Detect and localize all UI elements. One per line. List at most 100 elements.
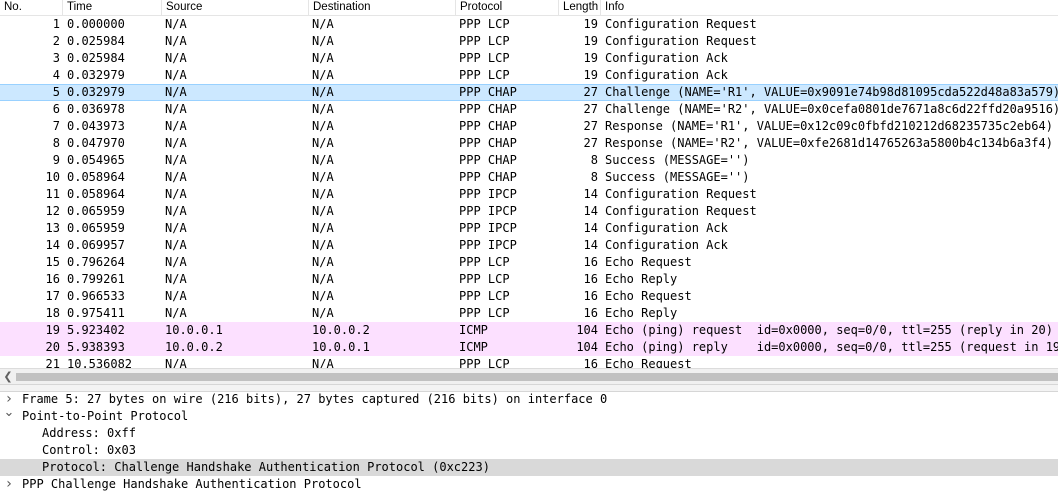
packet-no: 21 — [45, 357, 60, 368]
packet-row[interactable]: 18 0.975411 N/A N/A PPP LCP 16 Echo Reply — [0, 305, 1058, 322]
packet-time: 0.032979 — [67, 85, 125, 99]
detail-tree-item[interactable]: › PPP Challenge Handshake Authentication … — [0, 476, 1058, 493]
packet-row[interactable]: 7 0.043973 N/A N/A PPP CHAP 27 Response (NAME=… — [0, 118, 1058, 135]
packet-info: Configuration Ack — [605, 51, 728, 65]
packet-length: 16 — [583, 255, 598, 269]
packet-protocol: ICMP — [459, 323, 488, 337]
packet-row[interactable]: 21 10.536082 N/A N/A PPP LCP 16 Echo Request — [0, 356, 1058, 368]
packet-protocol: PPP IPCP — [459, 204, 517, 218]
packet-info: Echo Request — [605, 357, 692, 368]
packet-time: 5.923402 — [67, 323, 125, 337]
packet-row[interactable]: 14 0.069957 N/A N/A PPP IPCP 14 Configuration … — [0, 237, 1058, 254]
packet-no: 16 — [45, 272, 60, 286]
packet-info: Success (MESSAGE='') — [605, 170, 750, 184]
packet-length: 104 — [576, 323, 598, 337]
packet-time: 0.036978 — [67, 102, 125, 116]
packet-length: 27 — [583, 85, 598, 99]
packet-row[interactable]: 12 0.065959 N/A N/A PPP IPCP 14 Configuration … — [0, 203, 1058, 220]
packet-row[interactable]: 15 0.796264 N/A N/A PPP LCP 16 Echo Request — [0, 254, 1058, 271]
detail-tree-item[interactable]: › Frame 5: 27 bytes on wire (216 bits), 2… — [0, 391, 1058, 408]
column-header-time[interactable]: Time — [63, 0, 162, 15]
packet-time: 0.069957 — [67, 238, 125, 252]
packet-row[interactable]: 13 0.065959 N/A N/A PPP IPCP 14 Configuration … — [0, 220, 1058, 237]
column-header-destination[interactable]: Destination — [309, 0, 456, 15]
column-header-source[interactable]: Source — [162, 0, 309, 15]
packet-protocol: PPP IPCP — [459, 187, 517, 201]
packet-protocol: PPP LCP — [459, 51, 510, 65]
packet-no: 4 — [52, 68, 60, 82]
packet-row[interactable]: 2 0.025984 N/A N/A PPP LCP 19 Configuration Re… — [0, 33, 1058, 50]
packet-protocol: PPP LCP — [459, 17, 510, 31]
chevron-down-icon[interactable]: ⌄ — [3, 404, 15, 421]
packet-destination: N/A — [312, 119, 334, 133]
packet-time: 0.065959 — [67, 204, 125, 218]
packet-list[interactable]: 1 0.000000 N/A N/A PPP LCP 19 Configuration Re… — [0, 16, 1058, 368]
detail-tree-item[interactable]: Control: 0x03 — [0, 442, 1058, 459]
column-header-length[interactable]: Length — [559, 0, 601, 15]
packet-info: Echo Reply — [605, 306, 678, 320]
packet-length: 16 — [583, 272, 598, 286]
horizontal-scrollbar[interactable]: ❮ — [0, 368, 1058, 385]
packet-no: 8 — [52, 136, 60, 150]
packet-no: 11 — [45, 187, 60, 201]
packet-row[interactable]: 6 0.036978 N/A N/A PPP CHAP 27 Challenge (NAME… — [0, 101, 1058, 118]
packet-row[interactable]: 20 5.938393 10.0.0.2 10.0.0.1 ICMP 104 Echo (p… — [0, 339, 1058, 356]
packet-row[interactable]: 17 0.966533 N/A N/A PPP LCP 16 Echo Request — [0, 288, 1058, 305]
packet-length: 27 — [583, 102, 598, 116]
packet-info: Echo (ping) reply id=0x0000, seq=0/0, tt… — [605, 340, 1058, 354]
packet-protocol: ICMP — [459, 340, 488, 354]
detail-tree-item[interactable]: Address: 0xff — [0, 425, 1058, 442]
packet-no: 12 — [45, 204, 60, 218]
packet-row[interactable]: 10 0.058964 N/A N/A PPP CHAP 8 Success (MESSAG… — [0, 169, 1058, 186]
detail-tree-label: Frame 5: 27 bytes on wire (216 bits), 27… — [22, 392, 608, 406]
packet-no: 17 — [45, 289, 60, 303]
chevron-right-icon[interactable]: › — [3, 476, 15, 493]
packet-row[interactable]: 11 0.058964 N/A N/A PPP IPCP 14 Configuration … — [0, 186, 1058, 203]
packet-length: 16 — [583, 306, 598, 320]
packet-row[interactable]: 1 0.000000 N/A N/A PPP LCP 19 Configuration Re… — [0, 16, 1058, 33]
packet-source: N/A — [165, 221, 187, 235]
packet-destination: N/A — [312, 204, 334, 218]
column-header-no[interactable]: No. — [0, 0, 63, 15]
packet-no: 9 — [52, 153, 60, 167]
column-header-info[interactable]: Info — [601, 0, 1058, 15]
packet-row[interactable]: 3 0.025984 N/A N/A PPP LCP 19 Configuration Ac… — [0, 50, 1058, 67]
packet-protocol: PPP IPCP — [459, 238, 517, 252]
packet-time: 0.032979 — [67, 68, 125, 82]
packet-protocol: PPP LCP — [459, 255, 510, 269]
packet-time: 0.025984 — [67, 51, 125, 65]
packet-source: N/A — [165, 51, 187, 65]
packet-no: 6 — [52, 102, 60, 116]
packet-info: Echo Reply — [605, 272, 678, 286]
packet-row[interactable]: 8 0.047970 N/A N/A PPP CHAP 27 Response (NAME=… — [0, 135, 1058, 152]
packet-row[interactable]: 19 5.923402 10.0.0.1 10.0.0.2 ICMP 104 Echo (p… — [0, 322, 1058, 339]
packet-time: 0.043973 — [67, 119, 125, 133]
detail-tree-label: Point-to-Point Protocol — [22, 409, 189, 423]
packet-time: 0.058964 — [67, 170, 125, 184]
packet-length: 16 — [583, 289, 598, 303]
packet-source: N/A — [165, 136, 187, 150]
packet-source: N/A — [165, 170, 187, 184]
packet-destination: N/A — [312, 289, 334, 303]
detail-tree-item[interactable]: ⌄ Point-to-Point Protocol — [0, 405, 1058, 425]
packet-source: N/A — [165, 34, 187, 48]
packet-no: 1 — [52, 17, 60, 31]
packet-time: 0.975411 — [67, 306, 125, 320]
packet-source: N/A — [165, 187, 187, 201]
packet-length: 27 — [583, 119, 598, 133]
packet-info: Echo Request — [605, 289, 692, 303]
packet-no: 3 — [52, 51, 60, 65]
scroll-left-icon[interactable]: ❮ — [2, 369, 14, 385]
packet-row[interactable]: 5 0.032979 N/A N/A PPP CHAP 27 Challenge (NAME… — [0, 84, 1058, 101]
packet-length: 16 — [583, 357, 598, 368]
column-header-protocol[interactable]: Protocol — [456, 0, 559, 15]
detail-tree-item[interactable]: Protocol: Challenge Handshake Authentica… — [0, 459, 1058, 476]
packet-row[interactable]: 16 0.799261 N/A N/A PPP LCP 16 Echo Reply — [0, 271, 1058, 288]
packet-row[interactable]: 4 0.032979 N/A N/A PPP LCP 19 Configuration Ac… — [0, 67, 1058, 84]
packet-row[interactable]: 9 0.054965 N/A N/A PPP CHAP 8 Success (MESSAGE… — [0, 152, 1058, 169]
scrollbar-thumb[interactable] — [16, 373, 1058, 381]
packet-time: 0.058964 — [67, 187, 125, 201]
packet-source: N/A — [165, 85, 187, 99]
packet-protocol: PPP CHAP — [459, 153, 517, 167]
packet-details-tree[interactable]: › Frame 5: 27 bytes on wire (216 bits), 2… — [0, 391, 1058, 498]
